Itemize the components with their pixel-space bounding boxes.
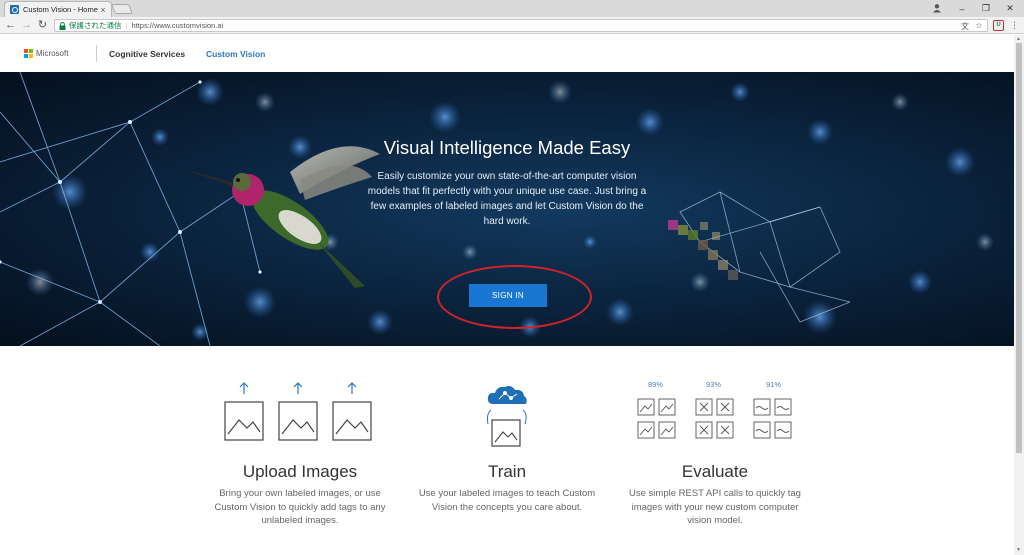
window-controls: – ❐ ✕ (950, 0, 1022, 17)
reload-icon[interactable]: ↻ (36, 19, 49, 32)
lock-icon (59, 21, 66, 30)
url-separator: | (125, 21, 128, 30)
bookmark-star-icon[interactable]: ☆ (974, 21, 984, 32)
nav-cognitive-services[interactable]: Cognitive Services (109, 49, 185, 59)
new-tab-button[interactable] (111, 4, 133, 14)
browser-toolbar: ← → ↻ 保護された通信 | https://www.customvision… (0, 17, 1024, 34)
hero-title: Visual Intelligence Made Easy (383, 137, 631, 158)
feature-title-train: Train (487, 462, 527, 481)
header-divider (96, 45, 97, 62)
close-tab-icon[interactable]: × (98, 5, 108, 15)
custom-vision-favicon-icon (10, 5, 19, 14)
translate-icon[interactable]: 文 (960, 21, 970, 32)
train-cloud-brain-icon (486, 386, 527, 447)
address-bar[interactable]: 保護された通信 | https://www.customvision.ai 文 … (54, 19, 988, 32)
sign-in-button[interactable]: SIGN IN (469, 284, 547, 307)
scroll-up-icon[interactable]: ▲ (1016, 36, 1021, 42)
eval-percentage-2: 93% (706, 380, 722, 389)
page-scrollbar[interactable]: ▲ ▼ (1014, 35, 1024, 555)
network-lines-left (0, 72, 261, 346)
tab-title: Custom Vision - Home (23, 5, 98, 14)
eval-percentage-3: 91% (766, 380, 782, 389)
feature-title-evaluate: Evaluate (681, 462, 749, 481)
profile-icon[interactable] (932, 3, 942, 13)
feature-desc-evaluate: Use simple REST API calls to quickly tag… (629, 488, 801, 526)
eval-percentage-1: 89% (648, 380, 664, 389)
hummingbird-illustration (183, 146, 380, 288)
scroll-down-icon[interactable]: ▼ (1016, 547, 1021, 553)
minimize-icon[interactable]: – (950, 4, 974, 14)
site-header: Microsoft Cognitive Services Custom Visi… (0, 35, 1014, 72)
microsoft-wordmark: Microsoft (36, 49, 69, 58)
nav-custom-vision[interactable]: Custom Vision (206, 49, 265, 59)
page: Microsoft Cognitive Services Custom Visi… (0, 35, 1014, 555)
forward-icon[interactable]: → (20, 19, 33, 32)
url-text: https://www.customvision.ai (131, 21, 224, 30)
hero-description: Easily customize your own state-of-the-a… (367, 171, 647, 227)
hero-banner: Visual Intelligence Made Easy Easily cus… (0, 72, 1014, 346)
microsoft-grid-icon (24, 49, 33, 58)
extension-icon[interactable]: U (993, 20, 1004, 31)
features-section: Upload Images Bring your own labeled ima… (0, 346, 1014, 555)
feature-title-upload: Upload Images (242, 462, 358, 481)
restore-icon[interactable]: ❐ (974, 3, 998, 14)
feature-desc-train: Use your labeled images to teach Custom … (418, 488, 596, 513)
upload-images-icon (224, 382, 372, 441)
feature-desc-upload: Bring your own labeled images, or use Cu… (214, 488, 386, 526)
close-window-icon[interactable]: ✕ (998, 3, 1022, 14)
browser-tab[interactable]: Custom Vision - Home × (4, 1, 112, 17)
microsoft-logo[interactable]: Microsoft (24, 49, 68, 58)
address-bar-actions: 文 ☆ (960, 21, 984, 32)
browser-tabstrip: Custom Vision - Home × – ❐ ✕ (0, 0, 1024, 17)
browser-menu-icon[interactable]: ⋮ (1010, 20, 1019, 31)
scroll-thumb[interactable] (1016, 43, 1022, 453)
secure-connection-label: 保護された通信 (69, 21, 122, 30)
back-icon[interactable]: ← (4, 19, 17, 32)
pixel-hummingbird (668, 220, 738, 280)
evaluate-grid-icon (637, 398, 792, 439)
